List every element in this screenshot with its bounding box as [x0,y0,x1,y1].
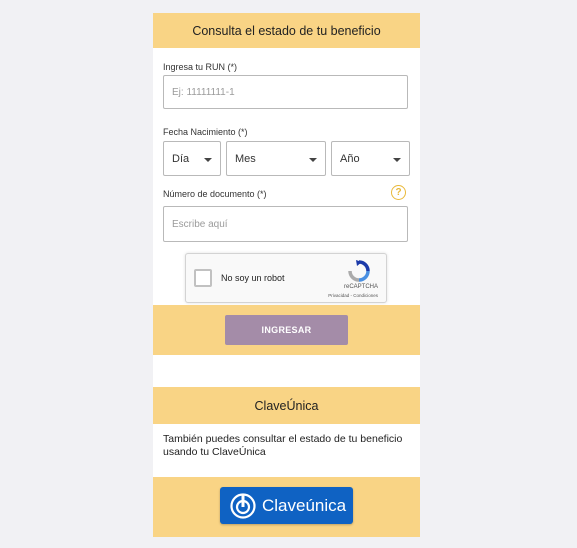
claveunica-header: ClaveÚnica [153,387,420,424]
claveunica-title: ClaveÚnica [254,398,319,413]
power-icon [230,492,256,519]
day-select[interactable]: Día [163,141,221,176]
run-label: Ingresa tu RUN (*) [163,62,238,72]
recaptcha-links[interactable]: Privacidad - Condiciones [328,293,378,298]
year-select-value: Año [340,152,360,165]
chevron-down-icon [309,158,317,162]
submit-button[interactable]: INGRESAR [225,315,348,345]
chevron-down-icon [393,158,401,162]
claveunica-button-label: Claveúnica [262,495,347,515]
document-number-input[interactable] [163,206,408,242]
claveunica-button[interactable]: Claveúnica [220,487,353,524]
run-input[interactable] [163,75,408,109]
chevron-down-icon [204,158,212,162]
recaptcha-logo-icon [348,260,370,282]
form-title: Consulta el estado de tu beneficio [192,23,381,38]
claveunica-description: También puedes consultar el estado de tu… [163,433,403,458]
recaptcha-widget: No soy un robot reCAPTCHA Privacidad - C… [185,253,387,303]
form-header: Consulta el estado de tu beneficio [153,13,420,48]
recaptcha-label: No soy un robot [221,273,285,283]
month-select-value: Mes [235,152,256,165]
birthdate-label: Fecha Nacimiento (*) [163,127,248,137]
benefit-form-card: Consulta el estado de tu beneficio Ingre… [153,13,420,537]
month-select[interactable]: Mes [226,141,326,176]
day-select-value: Día [172,152,190,165]
recaptcha-checkbox[interactable] [194,269,212,287]
year-select[interactable]: Año [331,141,410,176]
document-label: Número de documento (*) [163,189,267,199]
help-icon[interactable]: ? [391,185,406,200]
recaptcha-brand: reCAPTCHA [343,284,378,290]
